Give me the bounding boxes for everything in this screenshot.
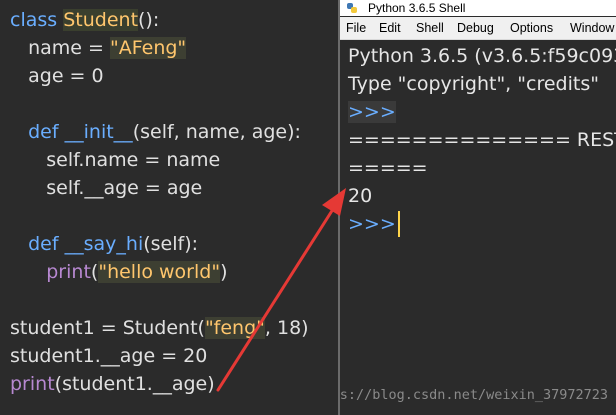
code-text: , 18) (264, 317, 309, 339)
restart-separator: ============== REST (348, 129, 616, 151)
code-line-5: def __init__(self, name, age): (10, 119, 301, 145)
window-title: Python 3.6.5 Shell (368, 1, 466, 15)
shell-result: 20 (348, 185, 373, 207)
code-line-6: self.name = name (10, 147, 220, 173)
code-text: self.__age = age (10, 177, 203, 199)
restart-separator-cont: ===== (348, 157, 428, 179)
string-literal: "hello world" (98, 261, 221, 283)
menu-shell[interactable]: Shell (416, 21, 444, 35)
watermark: https://blog.csdn.net/weixin_37972723 (339, 387, 608, 403)
python-logo-icon (347, 3, 357, 13)
code-line-1: class Student(): (10, 7, 159, 33)
class-name: Student (63, 9, 139, 31)
menu-file[interactable]: File (346, 21, 366, 35)
code-text: (self): (143, 233, 199, 255)
title-bar[interactable]: Python 3.6.5 Shell (340, 0, 616, 16)
code-text: age = 0 (10, 65, 104, 87)
menu-window[interactable]: Window (570, 21, 614, 35)
function-name: __init__ (64, 121, 133, 143)
keyword: def (28, 121, 59, 143)
code-line-12: student1 = Student("feng", 18) (10, 315, 309, 341)
function-name: __say_hi (64, 233, 144, 255)
code-text: ) (220, 261, 228, 283)
code-text: self.name = name (10, 149, 221, 171)
code-text: (self, name, age): (132, 121, 301, 143)
prompt-text: >>> (348, 101, 396, 123)
builtin-function: print (10, 373, 55, 395)
python-shell-window[interactable]: Python 3.6.5 Shell File Edit Shell Debug… (338, 0, 616, 415)
code-text: student1.__age = 20 (10, 345, 208, 367)
code-line-7: self.__age = age (10, 175, 202, 201)
keyword: def (28, 233, 59, 255)
menu-edit[interactable]: Edit (379, 21, 401, 35)
shell-prompt: >>> (348, 99, 396, 125)
shell-output-line: Python 3.6.5 (v3.6.5:f59c093 (348, 45, 616, 67)
shell-input-line[interactable]: >>> (348, 211, 400, 237)
shell-output-line: Type "copyright", "credits" (348, 73, 599, 95)
code-line-9: def __say_hi(self): (10, 231, 198, 257)
code-text: student1 = Student( (10, 317, 205, 339)
menu-bar: File Edit Shell Debug Options Window (340, 17, 616, 40)
menu-debug[interactable]: Debug (457, 21, 494, 35)
text-cursor (397, 211, 400, 237)
code-text: name = (10, 37, 111, 59)
code-line-10: print("hello world") (10, 259, 228, 285)
string-literal: "AFeng" (110, 37, 187, 59)
builtin-function: print (46, 261, 91, 283)
code-text: (student1.__age) (54, 373, 215, 395)
code-editor[interactable]: class Student(): name = "AFeng" age = 0 … (0, 0, 338, 415)
code-line-14: print(student1.__age) (10, 371, 215, 397)
code-line-2: name = "AFeng" (10, 35, 187, 61)
code-line-3: age = 0 (10, 63, 104, 89)
string-literal: "feng" (204, 317, 265, 339)
code-text: (): (138, 9, 160, 31)
menu-options[interactable]: Options (510, 21, 553, 35)
code-line-13: student1.__age = 20 (10, 343, 207, 369)
prompt-text: >>> (348, 213, 396, 235)
keyword: class (10, 9, 58, 31)
